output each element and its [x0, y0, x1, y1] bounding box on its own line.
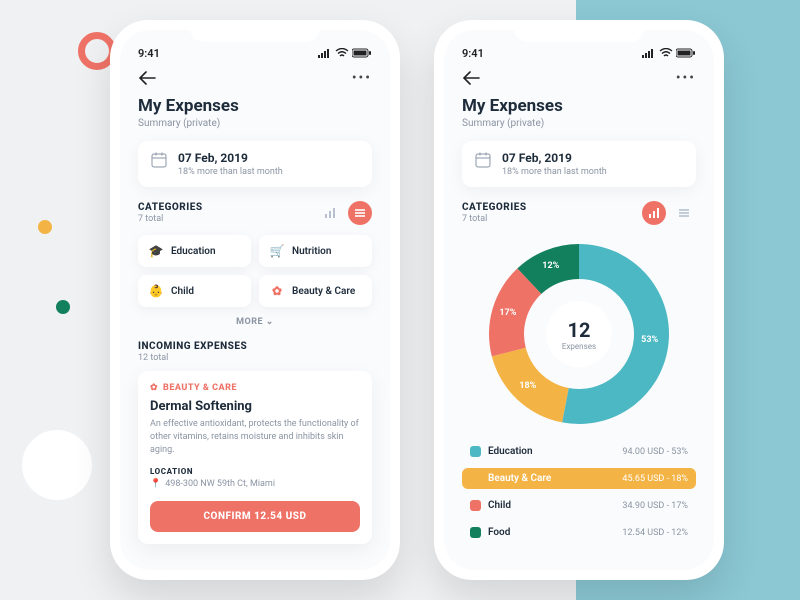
phone-notch — [514, 20, 644, 42]
calendar-icon — [150, 151, 168, 169]
legend-swatch — [470, 446, 481, 457]
categories-subtext: 7 total — [462, 214, 527, 224]
legend-name: Food — [488, 527, 622, 538]
date-subtext: 18% more than last month — [178, 167, 283, 177]
chart-view-toggle[interactable] — [318, 201, 342, 225]
wifi-icon — [659, 48, 673, 58]
confirm-button[interactable]: CONFIRM 12.54 USD — [150, 501, 360, 532]
expense-donut-chart[interactable]: 12 Expenses 53% 18% 17% 12% — [484, 239, 674, 429]
legend-value: 45.65 USD - 18% — [622, 474, 688, 484]
calendar-icon — [474, 151, 492, 169]
category-name: Education — [171, 246, 216, 257]
incoming-label: INCOMING EXPENSES — [138, 341, 372, 352]
graduation-cap-icon: 🎓 — [148, 243, 164, 259]
signal-icon — [642, 48, 656, 58]
donut-slice-label: 12% — [542, 261, 559, 271]
chart-legend: Education94.00 USD - 53% Beauty & Care45.… — [462, 441, 696, 543]
legend-swatch — [470, 473, 481, 484]
legend-row-education[interactable]: Education94.00 USD - 53% — [462, 441, 696, 462]
status-time: 9:41 — [462, 47, 484, 60]
location-label: LOCATION — [150, 467, 360, 476]
categories-label: CATEGORIES — [462, 202, 527, 213]
legend-swatch — [470, 500, 481, 511]
expense-title: Dermal Softening — [150, 399, 360, 414]
expense-description: An effective antioxidant, protects the f… — [150, 418, 360, 457]
status-bar: 9:41 — [462, 44, 696, 62]
date-value: 07 Feb, 2019 — [502, 151, 607, 165]
page-subtitle: Summary (private) — [138, 118, 372, 129]
date-value: 07 Feb, 2019 — [178, 151, 283, 165]
location-value: 📍 498-300 NW 59th Ct, Miami — [150, 479, 360, 489]
categories-subtext: 7 total — [138, 214, 203, 224]
page-title: My Expenses — [462, 96, 696, 116]
expense-category-tag: ✿ BEAUTY & CARE — [150, 383, 360, 393]
legend-name: Beauty & Care — [488, 473, 622, 484]
legend-row-food[interactable]: Food12.54 USD - 12% — [462, 522, 696, 543]
more-menu-button[interactable]: ••• — [676, 70, 696, 86]
decorative-circle-white — [22, 430, 92, 500]
legend-value: 34.90 USD - 17% — [622, 501, 688, 511]
stroller-icon: 👶 — [148, 283, 164, 299]
legend-name: Education — [488, 446, 622, 457]
date-card[interactable]: 07 Feb, 2019 18% more than last month — [138, 141, 372, 187]
donut-center: 12 Expenses — [546, 301, 612, 367]
legend-value: 12.54 USD - 12% — [622, 528, 688, 538]
donut-slice-label: 18% — [519, 381, 536, 391]
pin-icon: 📍 — [150, 479, 161, 489]
category-chip-education[interactable]: 🎓 Education — [138, 235, 251, 267]
incoming-expense-card[interactable]: ✿ BEAUTY & CARE Dermal Softening An effe… — [138, 371, 372, 544]
chart-view-toggle[interactable] — [642, 201, 666, 225]
battery-icon — [676, 48, 696, 58]
category-chip-beauty-care[interactable]: ✿ Beauty & Care — [259, 275, 372, 307]
list-view-toggle[interactable] — [672, 201, 696, 225]
lotus-icon: ✿ — [269, 283, 285, 299]
categories-label: CATEGORIES — [138, 202, 203, 213]
category-name: Child — [171, 286, 194, 297]
back-button[interactable] — [138, 71, 156, 85]
status-bar: 9:41 — [138, 44, 372, 62]
legend-value: 94.00 USD - 53% — [622, 447, 688, 457]
decorative-dot-yellow — [38, 220, 52, 234]
legend-swatch — [470, 527, 481, 538]
lotus-icon: ✿ — [150, 383, 158, 393]
incoming-subtext: 12 total — [138, 353, 372, 363]
signal-icon — [318, 48, 332, 58]
categories-more-button[interactable]: MORE ⌄ — [138, 317, 372, 327]
donut-center-number: 12 — [568, 318, 591, 342]
legend-row-child[interactable]: Child34.90 USD - 17% — [462, 495, 696, 516]
decorative-dot-green — [56, 300, 70, 314]
category-chip-child[interactable]: 👶 Child — [138, 275, 251, 307]
page-subtitle: Summary (private) — [462, 118, 696, 129]
wifi-icon — [335, 48, 349, 58]
more-menu-button[interactable]: ••• — [352, 70, 372, 86]
legend-name: Child — [488, 500, 622, 511]
cart-icon: 🛒 — [269, 243, 285, 259]
date-card[interactable]: 07 Feb, 2019 18% more than last month — [462, 141, 696, 187]
donut-slice-label: 53% — [641, 335, 658, 345]
donut-center-label: Expenses — [562, 342, 596, 351]
phone-list-view: 9:41 ••• My Expenses Summary (private) 0… — [110, 20, 400, 580]
back-button[interactable] — [462, 71, 480, 85]
donut-slice-label: 17% — [499, 308, 516, 318]
phone-notch — [190, 20, 320, 42]
category-name: Beauty & Care — [292, 286, 355, 297]
status-time: 9:41 — [138, 47, 160, 60]
date-subtext: 18% more than last month — [502, 167, 607, 177]
list-view-toggle[interactable] — [348, 201, 372, 225]
category-name: Nutrition — [292, 246, 331, 257]
legend-row-beauty-care[interactable]: Beauty & Care45.65 USD - 18% — [462, 468, 696, 489]
category-chip-nutrition[interactable]: 🛒 Nutrition — [259, 235, 372, 267]
phone-chart-view: 9:41 ••• My Expenses Summary (private) 0… — [434, 20, 724, 580]
battery-icon — [352, 48, 372, 58]
page-title: My Expenses — [138, 96, 372, 116]
